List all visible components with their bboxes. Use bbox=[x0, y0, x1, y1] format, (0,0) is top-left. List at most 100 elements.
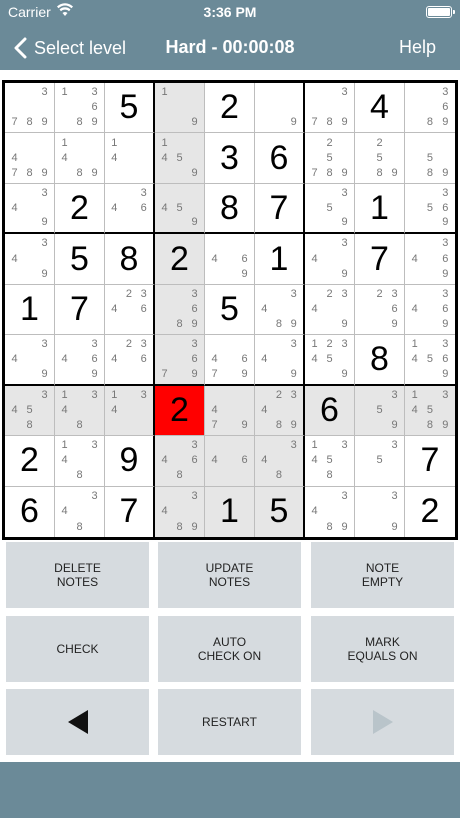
sudoku-cell[interactable]: 2 5 89 bbox=[355, 133, 405, 184]
note-empty-button[interactable]: NOTE EMPTY bbox=[311, 542, 454, 608]
sudoku-cell[interactable]: 1 3 456 9 bbox=[405, 335, 455, 386]
sudoku-cell[interactable]: 3 4 9 bbox=[5, 335, 55, 386]
sudoku-cell[interactable]: 123 459 bbox=[305, 335, 355, 386]
sudoku-cell[interactable]: 2 bbox=[5, 436, 55, 487]
sudoku-cell[interactable]: 36 7 9 bbox=[155, 335, 205, 386]
sudoku-cell[interactable]: 8 bbox=[355, 335, 405, 386]
sudoku-cell[interactable]: 1 3 45 89 bbox=[405, 385, 455, 437]
sudoku-cell[interactable]: 23 4 6 bbox=[105, 335, 155, 386]
sudoku-cell[interactable]: 3 4 68 bbox=[155, 436, 205, 487]
sudoku-cell[interactable]: 3 4 9 bbox=[255, 335, 305, 386]
note-slot bbox=[187, 504, 202, 519]
auto-check-button[interactable]: AUTO CHECK ON bbox=[158, 616, 301, 682]
note-slot bbox=[72, 453, 87, 468]
sudoku-cell[interactable]: 1 bbox=[355, 183, 405, 235]
sudoku-cell[interactable]: 5 bbox=[205, 284, 255, 336]
sudoku-cell[interactable]: 39 bbox=[355, 486, 405, 537]
sudoku-cell[interactable]: 9 bbox=[255, 83, 305, 134]
sudoku-cell[interactable]: 1 bbox=[205, 486, 255, 537]
restart-button[interactable]: RESTART bbox=[158, 689, 301, 755]
sudoku-cell[interactable]: 356 9 bbox=[405, 184, 455, 235]
sudoku-cell[interactable]: 23 4 9 bbox=[305, 284, 355, 336]
sudoku-cell[interactable]: 5 89 bbox=[405, 133, 455, 184]
sudoku-cell[interactable]: 3 4 6 9 bbox=[405, 234, 455, 285]
sudoku-cell[interactable]: 2 bbox=[155, 385, 205, 437]
sudoku-cell[interactable]: 3 789 bbox=[305, 83, 355, 134]
sudoku-cell[interactable]: 19 bbox=[155, 83, 205, 134]
update-notes-button[interactable]: UPDATE NOTES bbox=[158, 542, 301, 608]
sudoku-cell[interactable]: 7 bbox=[405, 436, 455, 487]
sudoku-cell[interactable]: 7 bbox=[255, 183, 305, 235]
sudoku-cell[interactable]: 459 bbox=[155, 183, 205, 235]
sudoku-cell[interactable]: 3 4 9 bbox=[305, 234, 355, 285]
help-button[interactable]: Help bbox=[399, 37, 436, 58]
sudoku-cell[interactable]: 14 bbox=[105, 133, 155, 184]
sudoku-cell[interactable]: 9 bbox=[105, 436, 155, 487]
sudoku-cell[interactable]: 3 689 bbox=[155, 284, 205, 336]
sudoku-cell[interactable]: 1 bbox=[255, 234, 305, 285]
sudoku-cell[interactable]: 1 3 45 8 bbox=[305, 436, 355, 487]
sudoku-cell[interactable]: 3 789 bbox=[5, 83, 55, 134]
sudoku-cell[interactable]: 23 6 9 bbox=[355, 284, 405, 336]
sudoku-cell[interactable]: 35 bbox=[355, 436, 405, 487]
sudoku-cell[interactable]: 3 4 9 bbox=[5, 183, 55, 235]
cell-value: 4 bbox=[370, 88, 389, 127]
sudoku-cell[interactable]: 359 bbox=[305, 183, 355, 235]
sudoku-cell[interactable]: 8 bbox=[105, 234, 155, 285]
sudoku-cell[interactable]: 4 789 bbox=[5, 133, 55, 184]
sudoku-cell[interactable]: 2 bbox=[205, 83, 255, 134]
note-digit: 3 bbox=[41, 86, 48, 99]
note-slot bbox=[307, 468, 322, 483]
sudoku-cell[interactable]: 3 489 bbox=[305, 486, 355, 537]
sudoku-cell[interactable]: 1 489 bbox=[55, 133, 105, 184]
sudoku-cell[interactable]: 6 bbox=[255, 133, 305, 184]
delete-notes-button[interactable]: DELETE NOTES bbox=[6, 542, 149, 608]
sudoku-cell[interactable]: 4 7 9 bbox=[205, 385, 255, 437]
sudoku-cell[interactable]: 3 489 bbox=[255, 284, 305, 336]
sudoku-cell[interactable]: 1 3 689 bbox=[55, 83, 105, 134]
undo-button[interactable] bbox=[6, 689, 149, 755]
sudoku-cell[interactable]: 3 4 6 9 bbox=[405, 285, 455, 336]
sudoku-cell[interactable]: 2 bbox=[55, 183, 105, 235]
sudoku-cell[interactable]: 4 bbox=[355, 83, 405, 134]
sudoku-cell[interactable]: 7 bbox=[55, 284, 105, 336]
sudoku-cell[interactable]: 1 3 4 bbox=[105, 385, 155, 437]
note-slot bbox=[307, 236, 322, 251]
sudoku-cell[interactable]: 23 489 bbox=[255, 385, 305, 437]
sudoku-cell[interactable]: 46 bbox=[205, 436, 255, 487]
note-slot bbox=[438, 135, 453, 150]
sudoku-cell[interactable]: 2 5789 bbox=[305, 133, 355, 184]
sudoku-cell[interactable]: 5 bbox=[105, 83, 155, 134]
sudoku-cell[interactable]: 359 bbox=[355, 385, 405, 437]
sudoku-cell[interactable]: 3 689 bbox=[405, 83, 455, 134]
note-digit: 9 bbox=[442, 318, 449, 331]
sudoku-cell[interactable]: 1 3 48 bbox=[55, 436, 105, 487]
sudoku-cell[interactable]: 7 bbox=[105, 486, 155, 537]
check-button[interactable]: CHECK bbox=[6, 616, 149, 682]
sudoku-cell[interactable]: 6 bbox=[5, 486, 55, 537]
sudoku-cell[interactable]: 8 bbox=[205, 183, 255, 235]
note-digit: 3 bbox=[91, 489, 98, 502]
sudoku-cell[interactable]: 3 489 bbox=[155, 486, 205, 537]
sudoku-cell[interactable]: 2 bbox=[155, 234, 205, 285]
sudoku-cell[interactable]: 3 45 8 bbox=[5, 385, 55, 437]
sudoku-cell[interactable]: 1 459 bbox=[155, 133, 205, 184]
mark-equals-button[interactable]: MARK EQUALS ON bbox=[311, 616, 454, 682]
sudoku-cell[interactable]: 3 bbox=[205, 133, 255, 184]
sudoku-cell[interactable]: 1 bbox=[5, 284, 55, 336]
sudoku-cell[interactable]: 3 4 6 9 bbox=[55, 335, 105, 386]
sudoku-cell[interactable]: 3 4 9 bbox=[5, 234, 55, 285]
sudoku-cell[interactable]: 3 48 bbox=[55, 486, 105, 537]
sudoku-cell[interactable]: 5 bbox=[55, 234, 105, 285]
sudoku-cell[interactable]: 3 48 bbox=[255, 436, 305, 487]
redo-button[interactable] bbox=[311, 689, 454, 755]
sudoku-cell[interactable]: 7 bbox=[355, 234, 405, 285]
sudoku-cell[interactable]: 5 bbox=[255, 486, 305, 537]
sudoku-cell[interactable]: 2 bbox=[405, 487, 455, 537]
sudoku-cell[interactable]: 3 4 6 bbox=[105, 183, 155, 235]
sudoku-cell[interactable]: 4 6 7 9 bbox=[205, 335, 255, 386]
sudoku-cell[interactable]: 6 bbox=[305, 385, 355, 437]
sudoku-cell[interactable]: 23 4 6 bbox=[105, 284, 155, 336]
sudoku-cell[interactable]: 1 3 48 bbox=[55, 385, 105, 437]
sudoku-cell[interactable]: 4 6 9 bbox=[205, 234, 255, 285]
